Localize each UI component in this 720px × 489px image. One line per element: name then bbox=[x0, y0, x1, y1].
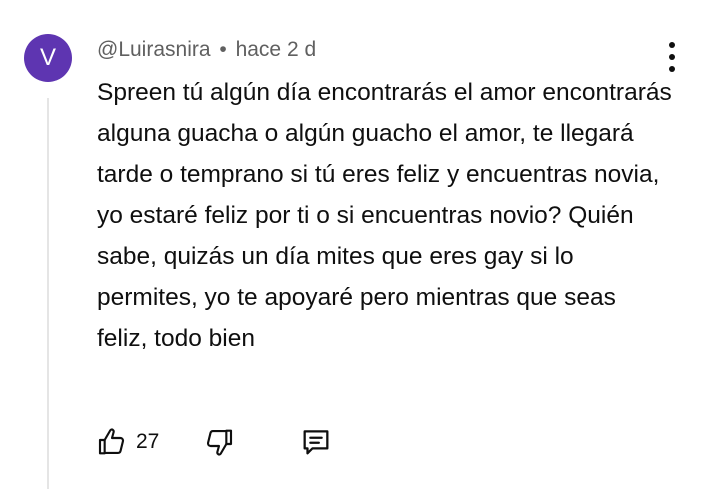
comment-header: @Luirasnira • hace 2 d bbox=[97, 38, 316, 62]
reply-button[interactable] bbox=[299, 425, 333, 459]
comment-actions: 27 bbox=[96, 422, 333, 462]
author-name[interactable]: @Luirasnira bbox=[97, 38, 211, 61]
more-vert-icon[interactable] bbox=[656, 40, 688, 74]
thread-line bbox=[47, 98, 49, 489]
reply-comment-icon bbox=[303, 430, 329, 455]
meta-separator: • bbox=[219, 38, 227, 61]
more-dot bbox=[669, 42, 675, 48]
dislike-button[interactable] bbox=[203, 426, 235, 458]
comment-timestamp[interactable]: hace 2 d bbox=[236, 38, 317, 61]
thumb-up-icon bbox=[98, 428, 125, 455]
avatar[interactable]: V bbox=[24, 34, 72, 82]
like-count: 27 bbox=[136, 430, 160, 453]
more-dot bbox=[669, 54, 675, 60]
comment-text: Spreen tú algún día encontrarás el amor … bbox=[97, 79, 672, 352]
like-button[interactable] bbox=[96, 426, 128, 458]
thumb-down-icon bbox=[207, 429, 233, 456]
